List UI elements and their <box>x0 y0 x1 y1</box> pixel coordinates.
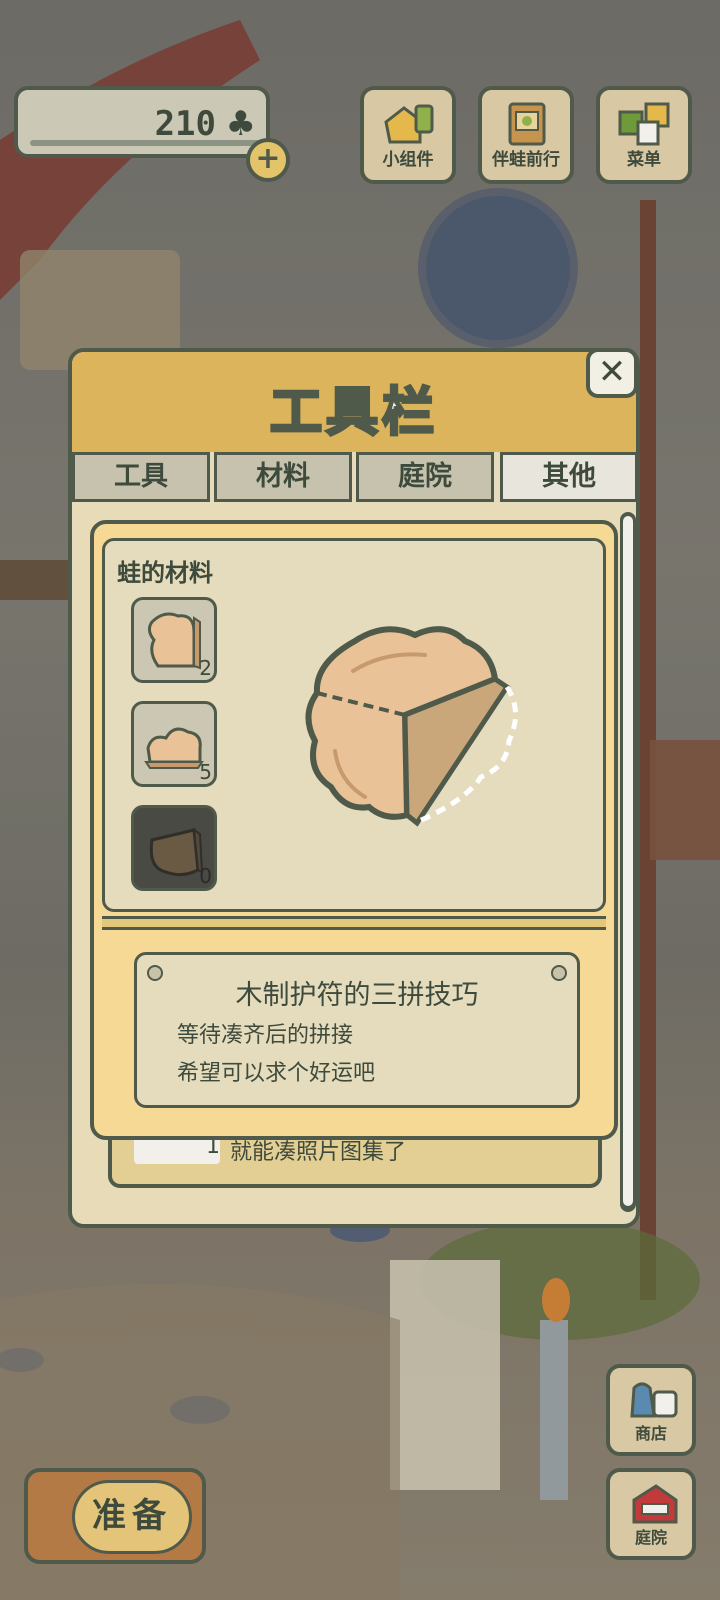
journey-button-label: 伴蛙前行 <box>492 150 560 170</box>
widget-button-label: 小组件 <box>382 150 434 170</box>
menu-button[interactable]: 菜单 <box>596 86 692 184</box>
widget-icon <box>384 104 434 144</box>
journey-book-icon <box>508 102 546 146</box>
material-count: 5 <box>199 760 212 784</box>
clover-icon: ♣ <box>225 104 256 144</box>
garden-house-icon <box>632 1484 678 1524</box>
wood-charm-piece-icon <box>149 827 204 877</box>
panel-header: 工具栏 <box>72 352 636 452</box>
scrollbar-thumb[interactable] <box>623 516 633 1206</box>
clover-count: 210 <box>154 104 216 144</box>
material-slot-3[interactable]: 0 <box>131 805 217 891</box>
shop-button-label: 商店 <box>634 1424 667 1443</box>
description-card: 木制护符的三拼技巧 等待凑齐后的拼接 希望可以求个好运吧 <box>134 952 580 1108</box>
wood-charm-piece-icon <box>147 612 201 670</box>
tab-other[interactable]: 其他 <box>500 452 636 502</box>
garden-button[interactable]: 庭院 <box>606 1468 696 1560</box>
item-detail-popup: 蛙的材料 2 5 0 木制护符的三拼技巧 等待凑齐后的拼接 希望可以求个好运吧 <box>90 520 618 1140</box>
panel-title: 工具栏 <box>268 382 438 445</box>
add-clover-button[interactable]: + <box>246 138 290 182</box>
tab-garden[interactable]: 庭院 <box>356 452 494 502</box>
menu-icon <box>618 102 670 146</box>
material-count: 2 <box>199 656 212 680</box>
tab-materials[interactable]: 材料 <box>214 452 352 502</box>
wooden-charm-preview-icon <box>305 626 518 827</box>
prepare-button[interactable]: 准备 <box>24 1468 206 1564</box>
journey-button[interactable]: 伴蛙前行 <box>478 86 574 184</box>
material-slot-1[interactable]: 2 <box>131 597 217 683</box>
clover-underline <box>30 140 260 146</box>
widget-button[interactable]: 小组件 <box>360 86 456 184</box>
garden-button-label: 庭院 <box>634 1528 667 1547</box>
material-count: 0 <box>199 864 212 888</box>
close-button[interactable]: ✕ <box>586 348 638 398</box>
tab-tools[interactable]: 工具 <box>72 452 210 502</box>
materials-section: 蛙的材料 2 5 0 <box>102 538 606 912</box>
section-title: 蛙的材料 <box>117 559 213 587</box>
material-slot-2[interactable]: 5 <box>131 701 217 787</box>
prepare-button-label: 准备 <box>72 1480 192 1554</box>
menu-button-label: 菜单 <box>627 150 661 170</box>
shop-button[interactable]: 商店 <box>606 1364 696 1456</box>
clover-counter: 210 ♣ <box>14 86 270 158</box>
wood-charm-piece-icon <box>144 727 204 769</box>
description-line-2: 希望可以求个好运吧 <box>177 1061 376 1086</box>
shop-bag-icon <box>630 1382 678 1418</box>
description-line-1: 等待凑齐后的拼接 <box>177 1023 354 1048</box>
description-title: 木制护符的三拼技巧 <box>235 980 479 1011</box>
popup-divider <box>102 916 606 930</box>
